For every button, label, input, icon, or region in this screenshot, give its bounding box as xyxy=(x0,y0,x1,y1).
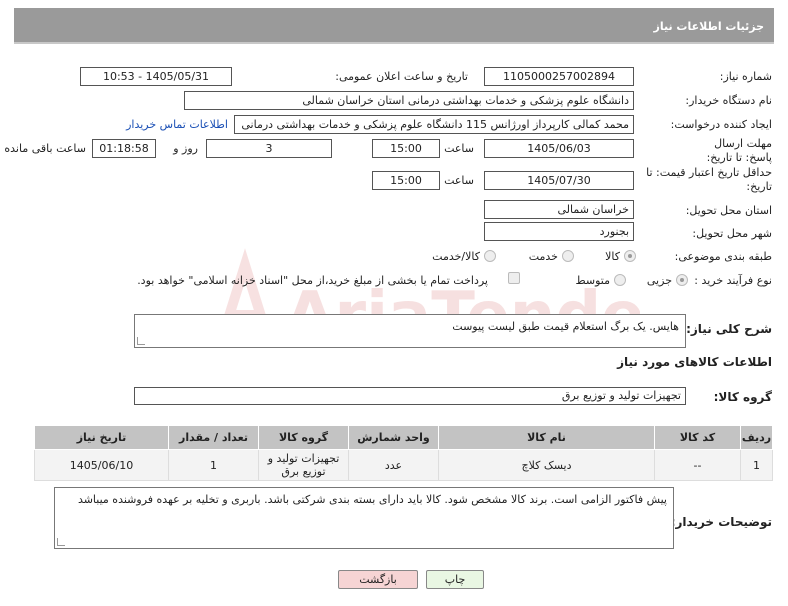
cell-date: 1405/06/10 xyxy=(34,449,169,481)
province-label: استان محل تحویل: xyxy=(685,204,772,217)
page: AriaTender.net جزئیات اطلاعات نیاز شماره… xyxy=(0,0,788,606)
remaining-time-field: 01:18:58 xyxy=(92,139,156,158)
resize-handle-icon xyxy=(57,538,65,546)
purchase-option-minor: جزیی xyxy=(646,274,672,287)
table-row: 1 -- دیسک کلاچ عدد تجهیزات تولید و توزیع… xyxy=(34,449,773,481)
category-option-service: خدمت xyxy=(528,250,558,263)
province-field: خراسان شمالی xyxy=(484,200,634,219)
col-header-unit: واحد شمارش xyxy=(348,425,439,450)
col-header-name: نام کالا xyxy=(438,425,655,450)
col-header-group: گروه کالا xyxy=(258,425,349,450)
table-header-row: ردیف کد کالا نام کالا واحد شمارش گروه کا… xyxy=(34,425,773,450)
remaining-label: ساعت باقی مانده xyxy=(4,142,86,155)
col-header-qty: تعداد / مقدار xyxy=(168,425,259,450)
cell-row-number: 1 xyxy=(740,449,773,481)
city-field: بجنورد xyxy=(484,222,634,241)
print-button[interactable]: چاپ xyxy=(426,570,484,589)
category-option-goods: کالا xyxy=(605,250,620,263)
col-header-date: تاریخ نیاز xyxy=(34,425,169,450)
treasury-note: پرداخت تمام یا بخشی از مبلغ خرید،از محل … xyxy=(137,274,488,287)
reply-date-field: 1405/06/03 xyxy=(484,139,634,158)
reply-time-field: 15:00 xyxy=(372,139,440,158)
creator-label: ایجاد کننده درخواست: xyxy=(670,118,772,131)
purchase-radio-minor[interactable] xyxy=(676,274,688,286)
reply-time-label: ساعت xyxy=(444,142,474,155)
price-date-field: 1405/07/30 xyxy=(484,171,634,190)
cell-name: دیسک کلاچ xyxy=(438,449,655,481)
buyer-org-label: نام دستگاه خریدار: xyxy=(685,94,772,107)
announce-label: تاریخ و ساعت اعلان عمومی: xyxy=(335,70,468,83)
back-button[interactable]: بازگشت xyxy=(338,570,418,589)
treasury-checkbox[interactable] xyxy=(508,272,520,284)
reply-deadline-label: مهلت ارسال پاسخ: تا تاریخ: xyxy=(706,137,772,164)
need-number-field: 1105000257002894 xyxy=(484,67,634,86)
goods-group-field: تجهیزات تولید و توزیع برق xyxy=(134,387,686,405)
category-label: طبقه بندی موضوعی: xyxy=(674,250,772,263)
purchase-option-medium: متوسط xyxy=(575,274,610,287)
goods-group-label: گروه کالا: xyxy=(713,390,772,404)
price-time-field: 15:00 xyxy=(372,171,440,190)
buyer-org-field: دانشگاه علوم پزشکی و خدمات بهداشتی درمان… xyxy=(184,91,634,110)
price-time-label: ساعت xyxy=(444,174,474,187)
page-title: جزئیات اطلاعات نیاز xyxy=(653,20,765,33)
category-radio-goods-service[interactable] xyxy=(484,250,496,262)
announce-field: 1405/05/31 - 10:53 xyxy=(80,67,232,86)
need-number-label: شماره نیاز: xyxy=(719,70,772,83)
col-header-code: کد کالا xyxy=(654,425,741,450)
days-field: 3 xyxy=(206,139,332,158)
price-validity-label: حداقل تاریخ اعتبار قیمت: تا تاریخ: xyxy=(646,166,772,193)
page-header: جزئیات اطلاعات نیاز xyxy=(14,8,774,44)
goods-table: ردیف کد کالا نام کالا واحد شمارش گروه کا… xyxy=(34,425,773,481)
contact-buyer-link[interactable]: اطلاعات تماس خریدار xyxy=(126,118,228,131)
buyer-notes-label: توضیحات خریدار: xyxy=(670,515,772,529)
cell-qty: 1 xyxy=(168,449,259,481)
summary-text: هایس. یک برگ استعلام قیمت طبق لیست پیوست xyxy=(452,320,679,333)
resize-handle-icon xyxy=(137,337,145,345)
buyer-notes-textarea[interactable]: پیش فاکتور الزامی است. برند کالا مشخص شو… xyxy=(54,487,674,549)
cell-unit: عدد xyxy=(348,449,439,481)
summary-textarea[interactable]: هایس. یک برگ استعلام قیمت طبق لیست پیوست xyxy=(134,314,686,348)
cell-group: تجهیزات تولید و توزیع برق xyxy=(258,449,349,481)
city-label: شهر محل تحویل: xyxy=(692,227,772,240)
category-radio-service[interactable] xyxy=(562,250,574,262)
days-label: روز و xyxy=(173,142,198,155)
buyer-notes-text: پیش فاکتور الزامی است. برند کالا مشخص شو… xyxy=(77,493,667,506)
purchase-type-label: نوع فرآیند خرید : xyxy=(694,274,772,287)
goods-section-title: اطلاعات کالاهای مورد نیاز xyxy=(617,355,772,369)
category-radio-goods[interactable] xyxy=(624,250,636,262)
creator-field: محمد کمالی کارپرداز اورژانس 115 دانشگاه … xyxy=(234,115,634,134)
summary-label: شرح کلی نیاز: xyxy=(686,322,772,336)
cell-code: -- xyxy=(654,449,741,481)
purchase-radio-medium[interactable] xyxy=(614,274,626,286)
category-option-goods-service: کالا/خدمت xyxy=(432,250,480,263)
col-header-row: ردیف xyxy=(740,425,773,450)
